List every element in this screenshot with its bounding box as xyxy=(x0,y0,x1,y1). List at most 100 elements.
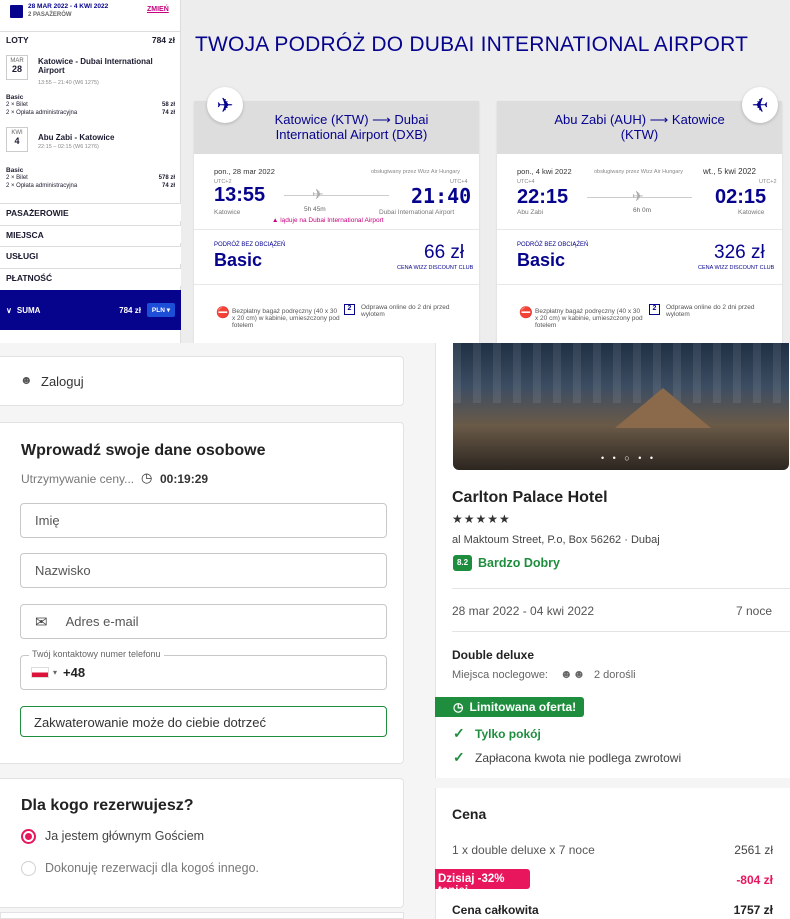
duration: 5h 45m xyxy=(304,206,326,213)
flight-summary-screen: 28 MAR 2022 - 4 KWI 2022 2 PASAŻERÓW ZMI… xyxy=(0,0,790,343)
check-icon: ✓ xyxy=(453,725,465,741)
return-flight-card: Abu Zabi (AUH) ⟶ Katowice (KTW) pon., 4 … xyxy=(497,101,782,343)
price-hold-timer: 00:19:29 xyxy=(160,472,209,486)
return-fee-row: 2 × Opłata administracyjna 74 zł xyxy=(6,183,175,189)
radio-main-guest-label[interactable]: Ja jestem głównym Gościem xyxy=(45,829,204,843)
stay-nights: 7 noce xyxy=(736,604,773,618)
login-panel[interactable]: ☻ Zaloguj xyxy=(0,356,404,406)
hotel-address: al Maktoum Street, P.o, Box 56262 · Duba… xyxy=(452,534,660,546)
first-name-field[interactable]: Imię xyxy=(20,503,387,538)
flights-header: LOTY 784 zł xyxy=(0,31,181,45)
info-box: Zakwaterowanie może do ciebie dotrzeć xyxy=(20,706,387,737)
fare-name: Basic xyxy=(214,250,263,270)
poland-flag-icon[interactable] xyxy=(31,667,49,678)
limited-offer-badge: ◷ Limitowana oferta! xyxy=(435,697,584,717)
hotel-stars: ★★★★★ xyxy=(452,512,511,526)
room-only-label: Tylko pokój xyxy=(475,727,541,741)
clock-icon: ◷ xyxy=(141,470,153,485)
discount-badge: Dzisiaj -32% taniej xyxy=(435,869,530,897)
flight-line xyxy=(284,195,389,196)
bag-info: Bezpłatny bagaż podręczny (40 x 30 x 20 … xyxy=(232,308,340,329)
radio-someone-else-label[interactable]: Dokonuję rezerwacji dla kogoś innego. xyxy=(45,861,259,875)
total-price-label: Cena całkowita xyxy=(452,903,539,917)
radio-main-guest[interactable] xyxy=(21,829,36,844)
return-detail: 22:15 – 02:15 (W6 1276) xyxy=(38,144,99,150)
phone-code: +48 xyxy=(63,665,86,680)
section-seats[interactable]: MIEJSCA xyxy=(0,225,181,243)
divider xyxy=(497,229,782,230)
outbound-flight-card: Katowice (KTW) ⟶ Dubai International Air… xyxy=(194,101,479,343)
phone-label: Twój kontaktowy numer telefonu xyxy=(29,649,164,659)
outbound-date-badge: MAR 28 xyxy=(6,55,28,80)
login-link[interactable]: Zaloguj xyxy=(41,374,84,389)
outbound-fee-row: 2 × Opłata administracyjna 74 zł xyxy=(6,110,175,116)
departure-time: 22:15 xyxy=(517,186,569,208)
return-ticket-row: 2 × Bilet 578 zł xyxy=(6,175,175,181)
bag-info: Bezpłatny bagaż podręczny (40 x 30 x 20 … xyxy=(535,308,643,329)
utc-arr: UTC+2 xyxy=(759,179,777,185)
total-label: SUMA xyxy=(16,305,41,315)
room-type: Double deluxe xyxy=(452,648,535,662)
chevron-down-icon: ∨ xyxy=(6,305,12,315)
hotel-name: Carlton Palace Hotel xyxy=(452,489,608,506)
user-icon: ☻ xyxy=(20,373,33,387)
bag-icon: ⛔ xyxy=(519,307,533,319)
photo-skyline xyxy=(453,343,789,403)
section-gap xyxy=(435,778,790,788)
divider xyxy=(194,284,479,285)
form-title: Wprowadź swoje dane osobowe xyxy=(21,442,266,459)
bag-icon: ⛔ xyxy=(216,307,230,319)
origin: Abu Zabi xyxy=(517,209,544,216)
change-link[interactable]: ZMIEŃ xyxy=(147,6,169,13)
utc-dep: UTC+4 xyxy=(517,179,535,185)
non-refundable-label: Zapłacona kwota nie podlega zwrotowi xyxy=(475,751,682,765)
guests-icon: ☻☻ xyxy=(560,667,586,681)
checkin-info: Odprawa online do 2 dni przed wylotem xyxy=(361,304,450,318)
return-date: pon., 4 kwi 2022 xyxy=(517,167,572,176)
section-services[interactable]: USŁUGI xyxy=(0,246,181,264)
price-title: Cena xyxy=(452,806,487,822)
outbound-operator: obsługiwany przez Wizz Air Hungary xyxy=(371,169,460,175)
return-route-title: Abu Zabi (AUH) ⟶ Katowice (KTW) xyxy=(497,101,782,154)
stay-dates: 28 mar 2022 - 04 kwi 2022 xyxy=(452,604,595,618)
club-note: CENA WIZZ DISCOUNT CLUB xyxy=(698,265,775,271)
discount-value: -804 zł xyxy=(736,873,773,887)
phone-field[interactable]: Twój kontaktowy numer telefonu ▾ +48 xyxy=(20,649,387,690)
currency-select[interactable]: PLN ▾ xyxy=(146,303,175,317)
divider xyxy=(452,631,790,632)
last-name-field[interactable]: Nazwisko xyxy=(20,553,387,588)
booking-sidebar: 28 MAR 2022 - 4 KWI 2022 2 PASAŻERÓW ZMI… xyxy=(0,0,181,343)
section-passengers[interactable]: PASAŻEROWIE xyxy=(0,203,181,221)
total-bar[interactable]: ∨ SUMA 784 zł PLN ▾ xyxy=(0,290,181,330)
return-fare: Basic xyxy=(6,167,24,174)
envelope-icon: ✉ xyxy=(35,613,48,631)
rating-badge: 8.2 xyxy=(453,555,472,571)
landing-note: ▲ ląduje na Dubai International Airport xyxy=(272,217,384,224)
sleeps-label: Miejsca noclegowe: xyxy=(452,669,548,681)
radio-someone-else[interactable] xyxy=(21,861,36,876)
rating-label: Bardzo Dobry xyxy=(478,556,560,570)
outbound-date: pon., 28 mar 2022 xyxy=(214,167,275,176)
return-date-badge: KWI 4 xyxy=(6,127,28,152)
section-payment[interactable]: PŁATNOŚĆ xyxy=(0,268,181,286)
club-note: CENA WIZZ DISCOUNT CLUB xyxy=(397,265,474,271)
outbound-detail: 13:55 – 21:40 (W6 1275) xyxy=(38,80,99,86)
outbound-route: Katowice - Dubai International Airport xyxy=(38,57,153,75)
check-icon: ✓ xyxy=(453,749,465,765)
destination: Katowice xyxy=(738,209,765,216)
calendar-icon xyxy=(10,5,23,18)
fare-name: Basic xyxy=(517,250,566,270)
plane-landing-icon: ✈ xyxy=(742,87,778,123)
carousel-dots[interactable]: • • ○ • • xyxy=(601,453,656,463)
total-value: 784 zł xyxy=(119,305,141,315)
booking-for-panel: Dla kogo rezerwujesz? Ja jestem głównym … xyxy=(0,778,404,908)
calendar-icon: 2 xyxy=(649,304,660,315)
hotel-photo[interactable]: • • ○ • • xyxy=(453,343,789,470)
trip-title: TWOJA PODRÓŻ DO DUBAI INTERNATIONAL AIRP… xyxy=(195,33,749,56)
email-field[interactable]: ✉ Adres e-mail xyxy=(20,604,387,639)
price-hold-label: Utrzymywanie ceny... xyxy=(21,472,135,486)
price-line-value: 2561 zł xyxy=(734,843,773,857)
destination: Dubai International Airport xyxy=(379,209,455,216)
chevron-down-icon: ▾ xyxy=(53,668,58,677)
fare-label: PODRÓŻ BEZ OBCIĄŻEŃ xyxy=(214,242,286,248)
